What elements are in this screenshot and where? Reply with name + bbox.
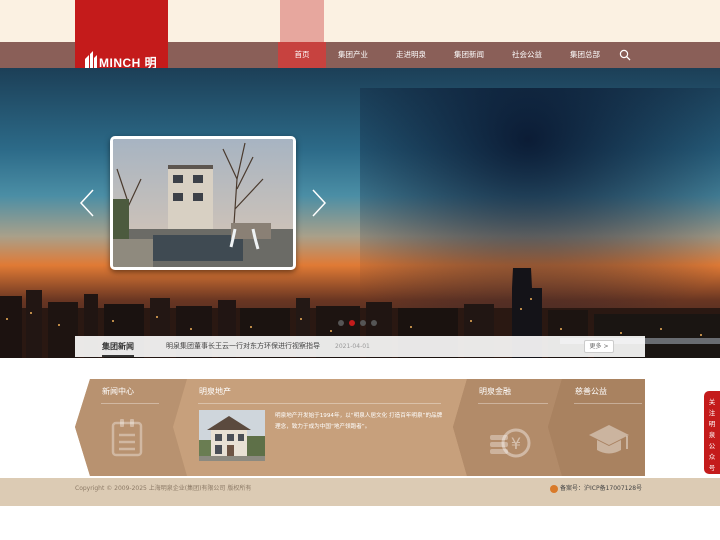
category-panels: 新闻中心 明泉地产 明泉地产开发始于1994年，以“明泉人居文化 打造百年明泉”… <box>75 379 645 476</box>
building-photo-image <box>113 139 293 267</box>
news-headline-link[interactable]: 明泉集团董事长王云一行对东方环保进行视察指导 <box>166 336 320 357</box>
follow-tab-char: 号 <box>708 464 716 472</box>
svg-text:¥: ¥ <box>511 434 521 453</box>
more-news-button[interactable]: 更多 > <box>584 340 614 353</box>
panel-divider <box>101 403 159 404</box>
graduation-cap-icon <box>589 425 629 454</box>
site-footer: Copyright © 2009-2025 上海明泉企业(集团)有限公司 版权所… <box>0 478 720 506</box>
home-tab-accent <box>280 0 324 42</box>
panel-charity-title[interactable]: 慈善公益 <box>575 386 607 397</box>
follow-tab-char: 泉 <box>708 431 716 439</box>
search-icon[interactable] <box>619 49 631 61</box>
nav-item-charity[interactable]: 社会公益 <box>503 42 551 68</box>
slider-dot[interactable] <box>338 320 344 326</box>
follow-tab-char: 关 <box>708 398 716 406</box>
chevron-right-icon[interactable] <box>310 188 328 218</box>
nav-item-news[interactable]: 集团新闻 <box>445 42 493 68</box>
follow-tab-char: 注 <box>708 409 716 417</box>
document-icon <box>111 419 143 457</box>
nav-item-home[interactable]: 首页 <box>278 42 326 68</box>
follow-tab-char: 众 <box>708 453 716 461</box>
follow-wechat-tab[interactable]: 关 注 明 泉 公 众 号 <box>704 391 720 474</box>
villa-image <box>199 410 265 461</box>
follow-tab-char: 公 <box>708 442 716 450</box>
coin-yuan-icon: ¥ <box>490 428 531 458</box>
panel-divider <box>478 403 548 404</box>
panel-divider <box>198 403 441 404</box>
slider-dot[interactable] <box>371 320 377 326</box>
real-estate-description: 明泉地产开发始于1994年，以“明泉人居文化 打造百年明泉”的品牌理念，致力于成… <box>275 413 443 430</box>
icp-record-text: 备案号：沪ICP备17007128号 <box>560 485 643 492</box>
news-section-title: 集团新闻 <box>102 336 134 357</box>
nav-item-about[interactable]: 走进明泉 <box>387 42 435 68</box>
news-ticker: 集团新闻 明泉集团董事长王云一行对东方环保进行视察指导 2021-04-01 更… <box>75 336 645 357</box>
panel-real-estate-title[interactable]: 明泉地产 <box>199 386 231 397</box>
slider-dot[interactable] <box>360 320 366 326</box>
featured-photo[interactable] <box>110 136 296 270</box>
police-badge-icon <box>550 484 558 493</box>
chevron-left-icon[interactable] <box>78 188 96 218</box>
copyright-text: Copyright © 2009-2025 上海明泉企业(集团)有限公司 版权所… <box>75 485 252 492</box>
panel-divider <box>574 403 642 404</box>
follow-tab-char: 明 <box>708 420 716 428</box>
icp-record[interactable]: 备案号：沪ICP备17007128号 <box>550 478 642 500</box>
panel-news-center-title[interactable]: 新闻中心 <box>102 386 134 397</box>
news-date: 2021-04-01 <box>335 343 370 350</box>
real-estate-photo[interactable] <box>199 410 265 461</box>
hero-banner <box>0 68 720 358</box>
nav-item-industry[interactable]: 集团产业 <box>329 42 377 68</box>
nav-item-headquarters[interactable]: 集团总部 <box>561 42 609 68</box>
logo-mark-icon <box>85 51 97 68</box>
slider-dot-active[interactable] <box>349 320 355 326</box>
panel-finance-title[interactable]: 明泉金融 <box>479 386 511 397</box>
